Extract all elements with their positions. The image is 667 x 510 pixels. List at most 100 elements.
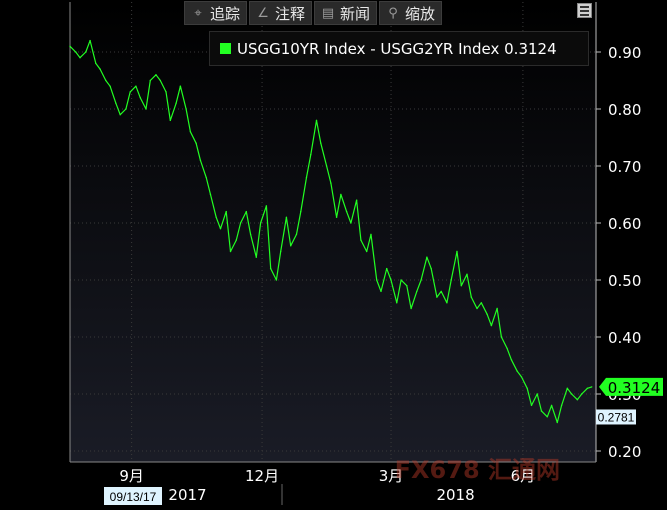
watermark-text: FX678 汇通网 [395,456,560,484]
data-point [149,79,151,82]
data-point [249,233,252,236]
annotate-label: 注释 [275,4,306,23]
zoom-label: 缩放 [405,4,436,23]
data-point [566,387,569,389]
y-tick-label: 0.70 [608,158,641,176]
data-point [185,108,187,110]
data-point [536,393,538,395]
data-point [520,376,523,378]
data-point [179,85,182,87]
data-point [466,273,468,275]
data-point [456,250,458,253]
news-button[interactable]: ▤ 新闻 [314,1,378,25]
legend-label: USGG10YR Index - USGG2YR Index 0.3124 [237,39,557,58]
data-point [460,285,462,287]
data-point [426,256,428,258]
data-point [510,359,513,361]
data-point [300,210,302,213]
data-point [530,404,533,407]
chart-window: 0.900.800.700.600.500.400.300.209月12月3月6… [0,0,667,505]
data-point [365,250,368,253]
data-point [450,279,452,281]
data-point [89,39,91,42]
y-tick-label: 0.90 [608,44,641,62]
last-value-label: 0.3124 [608,379,661,397]
data-point [235,239,237,241]
data-point [470,296,473,298]
data-point [320,142,322,144]
data-point [376,279,378,281]
zoom-icon: ⚲ [388,5,398,21]
data-point [189,131,192,133]
data-point [550,404,553,407]
data-point [506,347,508,350]
data-point [325,165,328,167]
data-point [285,216,288,218]
y-tick-label: 0.60 [608,215,641,233]
data-point [420,279,422,281]
data-point [516,370,518,372]
annotate-button[interactable]: ∠ 注释 [249,1,313,25]
data-point [255,256,258,258]
data-point [229,250,232,253]
data-point [165,91,167,93]
data-point [305,176,308,179]
track-label: 追踪 [210,4,241,23]
data-point [109,85,111,87]
data-point [145,108,147,110]
data-point [556,421,559,424]
data-point [526,387,528,389]
data-point [125,108,127,110]
data-point [75,51,77,53]
data-point [496,307,498,310]
data-point [265,205,268,207]
data-point [580,393,583,395]
data-point [480,302,483,304]
x-tick-label: 9月 [119,467,144,485]
plot-background [70,2,596,462]
data-point [330,182,332,184]
menu-corner-button[interactable] [577,3,592,18]
data-point [335,216,338,218]
data-point [396,302,398,304]
year-label: 2017 [168,486,206,504]
data-point [486,313,488,315]
data-point [239,222,242,224]
data-point [370,233,372,236]
data-point [400,279,402,281]
data-point [436,296,438,298]
data-point [69,45,71,47]
data-point [99,68,101,70]
data-point [219,228,222,230]
data-point [576,399,579,401]
data-point [209,193,212,196]
data-point [416,290,418,293]
chart-legend: USGG10YR Index - USGG2YR Index 0.3124 [209,31,589,66]
date-badge-label: 09/13/17 [110,490,157,504]
data-point [560,404,563,407]
data-point [119,114,121,116]
data-point [315,119,318,122]
data-point [440,290,442,293]
data-point [105,79,107,82]
data-point [135,85,137,87]
pencil-icon: ∠ [257,5,269,21]
data-point [430,267,432,270]
data-point [115,102,117,105]
data-point [169,119,172,122]
data-point [295,233,298,236]
track-button[interactable]: ⌖ 追踪 [184,1,248,25]
data-point [175,102,177,105]
data-point [390,279,392,281]
data-point [79,57,81,59]
data-point [225,210,227,213]
data-point [406,285,408,287]
zoom-button[interactable]: ⚲ 缩放 [379,1,443,25]
data-point [279,250,282,253]
data-point [139,96,141,99]
y-tick-label: 0.80 [608,101,641,119]
y-tick-label: 0.40 [608,329,641,347]
data-point [380,290,382,293]
data-point [476,307,478,310]
news-label: 新闻 [340,4,371,23]
